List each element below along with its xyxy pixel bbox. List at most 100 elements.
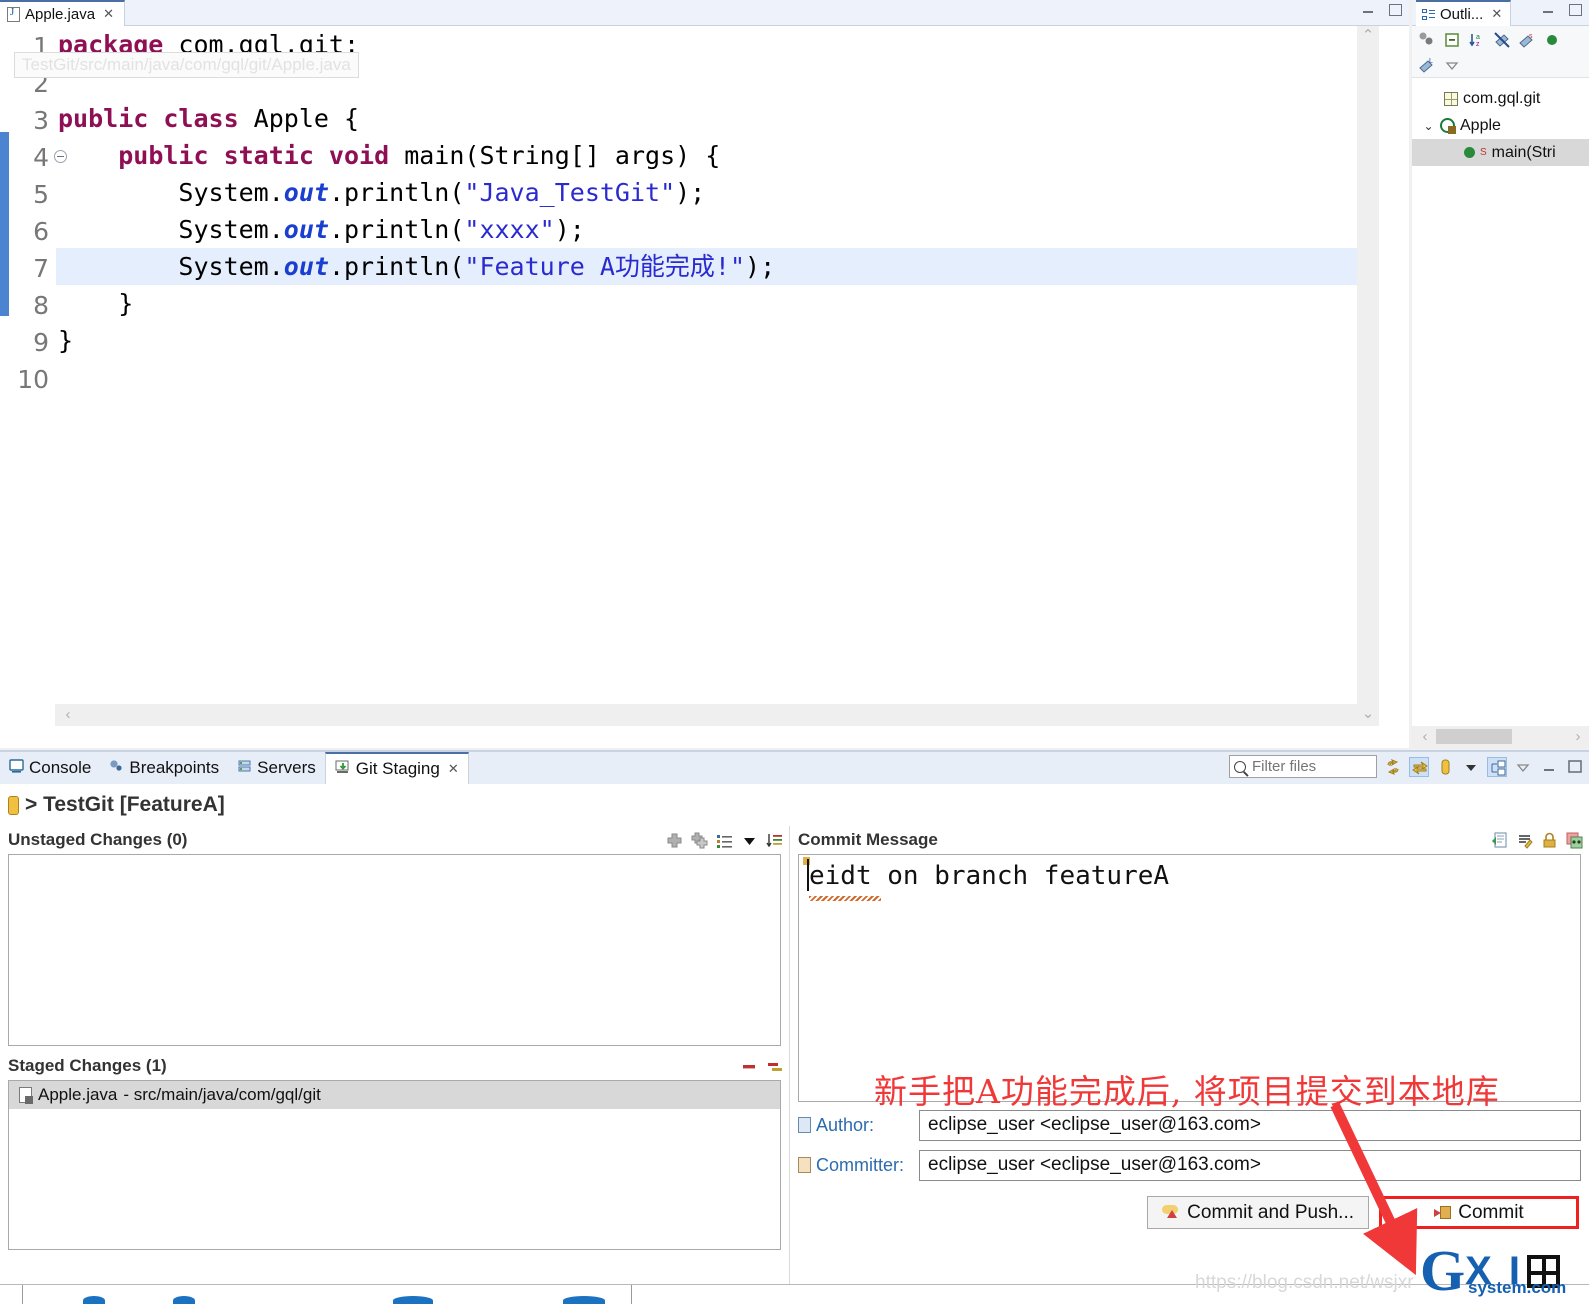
- scroll-down-icon[interactable]: ⌄: [1357, 704, 1379, 724]
- status-icon: [563, 1296, 605, 1304]
- signed-off-icon[interactable]: [1516, 832, 1533, 849]
- staged-changes-header: Staged Changes (1): [0, 1052, 789, 1080]
- outline-item-package[interactable]: com.gql.git: [1412, 85, 1589, 112]
- stage-all-icon[interactable]: [691, 832, 708, 849]
- view-menu-icon[interactable]: [1443, 56, 1461, 74]
- committer-icon: [798, 1157, 811, 1173]
- lock-icon[interactable]: [1541, 832, 1558, 849]
- hide-fields-icon[interactable]: [1543, 31, 1561, 49]
- view-menu-icon[interactable]: [1513, 757, 1533, 777]
- maximize-icon[interactable]: [1567, 2, 1582, 16]
- chevron-down-icon[interactable]: ⌄: [1422, 119, 1435, 133]
- scroll-left-icon[interactable]: ‹: [57, 704, 79, 726]
- committer-label: Committer:: [816, 1154, 905, 1175]
- code-line-5: System.out.println("Java_TestGit");: [58, 178, 706, 207]
- outline-item-method[interactable]: S main(Stri: [1412, 139, 1589, 166]
- tab-git-staging[interactable]: Git Staging ✕: [324, 752, 469, 784]
- outline-toolbar: az s L: [1412, 26, 1589, 78]
- repository-label: > TestGit [FeatureA]: [25, 793, 225, 816]
- scrollbar-thumb[interactable]: [1436, 729, 1512, 744]
- minimize-icon[interactable]: [1539, 757, 1559, 777]
- outline-item-label: main(Stri: [1491, 143, 1556, 161]
- unstaged-changes-title: Unstaged Changes (0): [8, 830, 188, 849]
- unstaged-changes-list[interactable]: [8, 854, 781, 1046]
- line-number: 5: [33, 180, 49, 209]
- minimize-icon[interactable]: [1541, 2, 1555, 16]
- code-line-8: }: [58, 289, 134, 318]
- commit-button[interactable]: Commit: [1379, 1196, 1579, 1229]
- line-number: 9: [33, 328, 49, 357]
- hide-non-public-icon[interactable]: [1493, 31, 1511, 49]
- editor-tab-bar: Apple.java ✕: [0, 0, 1409, 26]
- commit-message-text[interactable]: eidt on branch featureA: [799, 855, 1169, 891]
- tab-breakpoints[interactable]: Breakpoints: [100, 752, 228, 784]
- outline-horizontal-scrollbar[interactable]: ‹ ›: [1412, 726, 1589, 748]
- status-icon: [83, 1296, 105, 1304]
- list-item[interactable]: Apple.java - src/main/java/com/gql/git: [9, 1081, 780, 1109]
- servers-icon: [237, 758, 252, 778]
- scrollbar-track[interactable]: [1357, 26, 1379, 726]
- committer-field[interactable]: eclipse_user <eclipse_user@163.com>: [919, 1149, 1581, 1181]
- code-viewport[interactable]: 1 2 3 4 5 6 7 8 9 10 package com.gql.git…: [0, 26, 1409, 726]
- unstage-all-icon[interactable]: [766, 1058, 783, 1075]
- repository-header: > TestGit [FeatureA]: [0, 784, 1589, 826]
- collapse-all-icon[interactable]: [1443, 31, 1461, 49]
- link-with-editor-icon[interactable]: [1409, 756, 1429, 777]
- commit-message-editor[interactable]: eidt on branch featureA 新手把A功能完成后, 将项目提交…: [798, 854, 1581, 1111]
- staged-changes-list[interactable]: Apple.java - src/main/java/com/gql/git: [8, 1080, 781, 1250]
- editor-tab-apple-java[interactable]: Apple.java ✕: [0, 0, 125, 26]
- sort-alphabetically-icon[interactable]: az: [1468, 31, 1486, 49]
- close-icon[interactable]: ✕: [448, 761, 459, 777]
- code-line-9: }: [58, 326, 74, 355]
- repository-icon[interactable]: [1435, 757, 1455, 777]
- author-label: Author:: [816, 1114, 875, 1135]
- tab-label: Console: [29, 758, 92, 777]
- editor-area: Apple.java ✕ 1 2 3 4 5 6 7 8 9: [0, 0, 1409, 748]
- sort-members-icon[interactable]: [1418, 31, 1436, 49]
- author-field[interactable]: eclipse_user <eclipse_user@163.com>: [919, 1109, 1581, 1141]
- maximize-icon[interactable]: [1565, 757, 1585, 777]
- hide-static-icon[interactable]: s: [1518, 31, 1536, 49]
- hide-local-types-icon[interactable]: L: [1418, 56, 1436, 74]
- scroll-right-icon[interactable]: ›: [1567, 726, 1589, 748]
- commit-message-header: Commit Message: [790, 826, 1589, 854]
- editor-vertical-scrollbar[interactable]: ⌃ ⌄: [1357, 26, 1379, 726]
- chevron-down-icon[interactable]: [1461, 757, 1481, 777]
- filter-files-input[interactable]: [1229, 755, 1377, 778]
- list-presentation-icon[interactable]: [716, 832, 733, 849]
- close-icon[interactable]: ✕: [1491, 6, 1502, 22]
- scroll-left-icon[interactable]: ‹: [1414, 726, 1436, 748]
- unstage-selected-icon[interactable]: [741, 1058, 758, 1075]
- commit-buttons-row: Commit and Push... Commit: [790, 1196, 1579, 1229]
- git-staging-toolbar: [1229, 755, 1585, 778]
- chevron-down-icon[interactable]: [741, 832, 758, 849]
- svg-text:a: a: [1476, 34, 1480, 41]
- bottom-tab-list: Console Breakpoints Servers Git Staging …: [0, 752, 469, 784]
- code-text[interactable]: package com.gql.git; public class Apple …: [56, 26, 1359, 726]
- outline-item-class[interactable]: ⌄ Apple: [1412, 112, 1589, 139]
- scroll-up-icon[interactable]: ⌃: [1357, 26, 1379, 46]
- eclipse-window: Apple.java ✕ 1 2 3 4 5 6 7 8 9: [0, 0, 1589, 1304]
- maximize-icon[interactable]: [1387, 2, 1402, 16]
- amend-commit-icon[interactable]: [1491, 832, 1508, 849]
- close-icon[interactable]: ✕: [103, 6, 114, 22]
- outline-tab[interactable]: Outli... ✕: [1416, 0, 1512, 26]
- outline-tree: com.gql.git ⌄ Apple S main(Stri: [1412, 78, 1589, 166]
- change-id-icon[interactable]: [1566, 832, 1583, 849]
- commit-message-toolbar: [1491, 832, 1583, 849]
- commit-and-push-button[interactable]: Commit and Push...: [1147, 1196, 1369, 1229]
- sort-icon[interactable]: [766, 832, 783, 849]
- layout-toggle-icon[interactable]: [1487, 756, 1507, 777]
- method-icon: [1464, 147, 1475, 158]
- line-number: 7: [33, 254, 49, 283]
- refresh-icon[interactable]: [1383, 757, 1403, 777]
- tab-console[interactable]: Console: [0, 752, 100, 784]
- bottom-tab-bar: Console Breakpoints Servers Git Staging …: [0, 752, 1589, 784]
- filter-files-field[interactable]: [1250, 757, 1368, 776]
- tab-servers[interactable]: Servers: [228, 752, 325, 784]
- editor-horizontal-scrollbar[interactable]: ‹: [55, 704, 1379, 726]
- stage-selected-icon[interactable]: [666, 832, 683, 849]
- line-number: 6: [33, 217, 49, 246]
- minimize-icon[interactable]: [1361, 2, 1375, 16]
- watermark-g: G: [1420, 1238, 1466, 1303]
